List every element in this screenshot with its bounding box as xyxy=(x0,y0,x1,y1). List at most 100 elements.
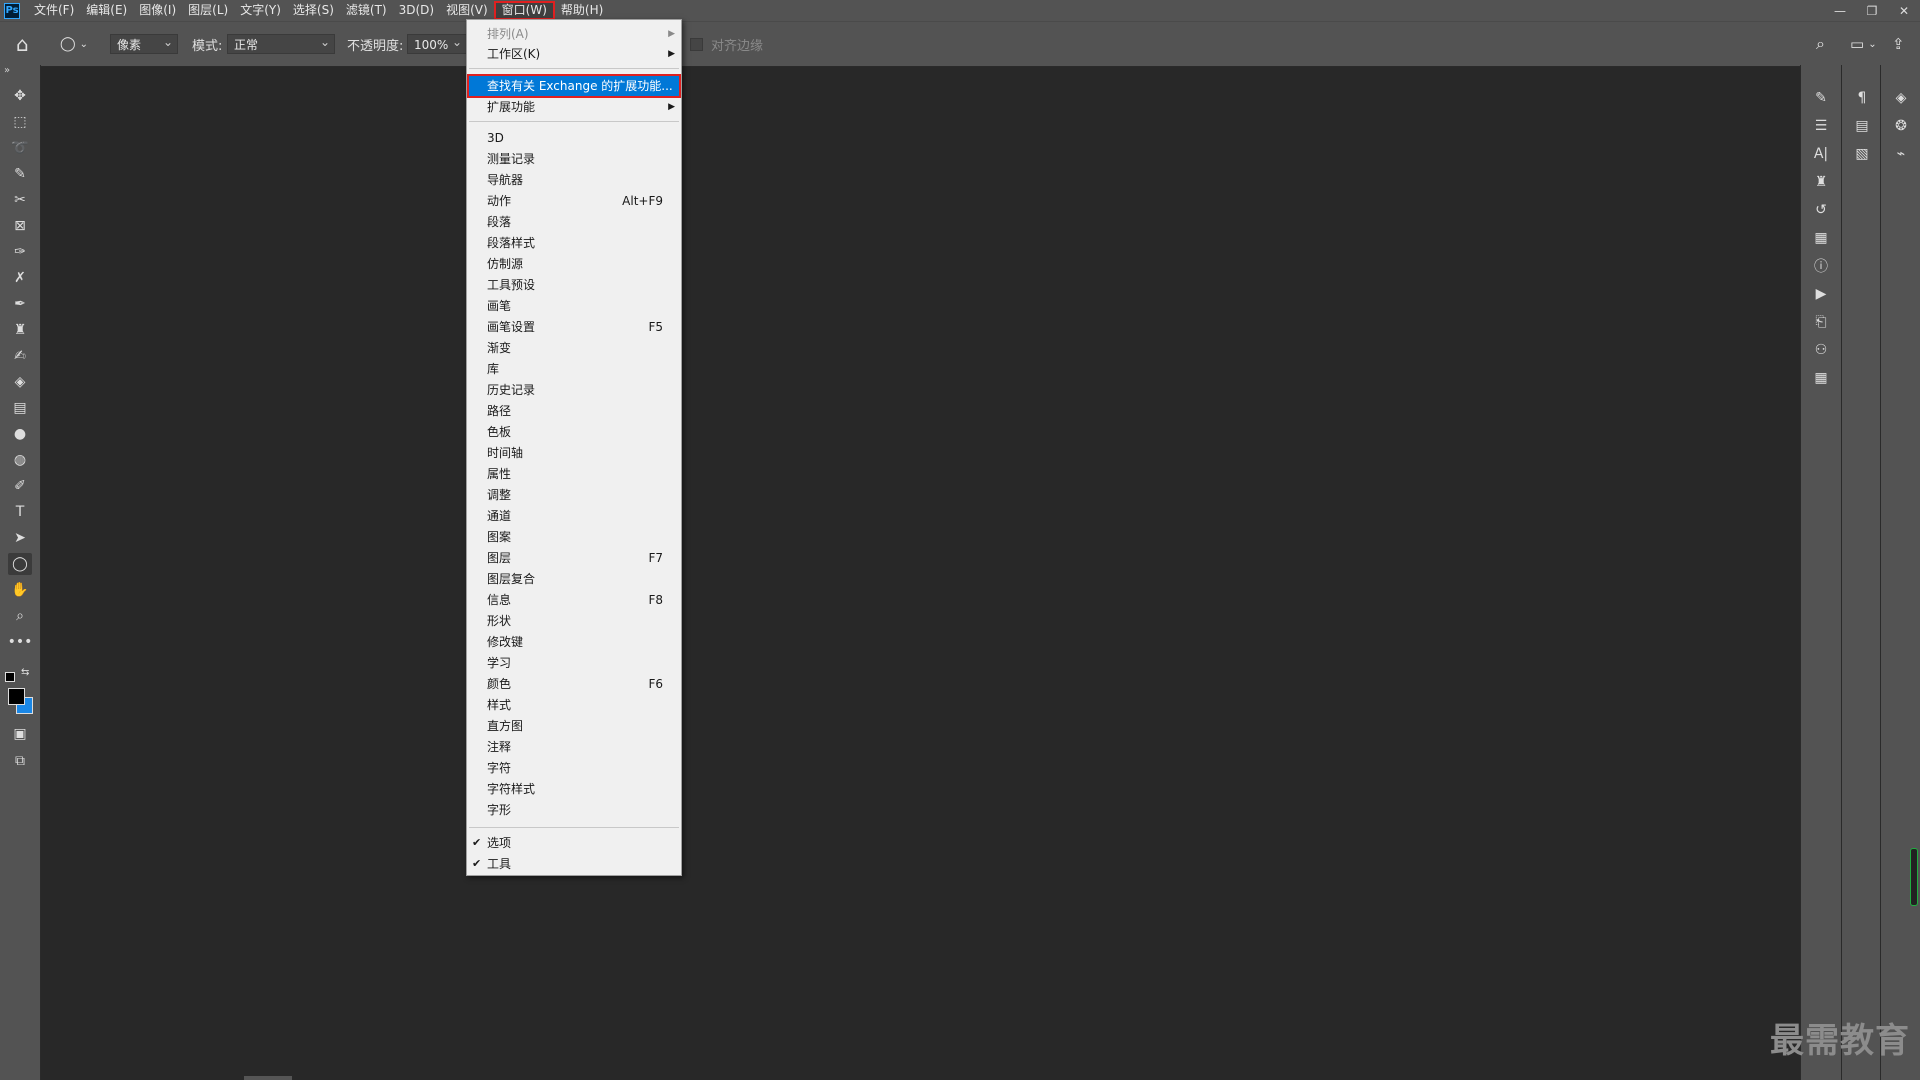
menu-9[interactable]: 窗口(W) xyxy=(493,1,555,20)
blur-tool-icon[interactable]: ● xyxy=(8,423,32,445)
swap-colors-icon[interactable]: ⇆ xyxy=(21,667,29,678)
channels-panel-icon[interactable]: ❂ xyxy=(1889,115,1913,137)
unit-select[interactable]: 像素 xyxy=(110,32,178,54)
paragraph-panel-icon[interactable]: ¶ xyxy=(1850,87,1874,109)
menu-item-panel-22[interactable]: 信息 F8 xyxy=(467,590,681,610)
tool-preset-picker[interactable]: ◯ ⌄ xyxy=(60,22,88,66)
collapse-toolbar-icon[interactable]: » xyxy=(4,65,10,76)
menu-4[interactable]: 文字(Y) xyxy=(234,1,287,20)
layers-panel-icon[interactable]: ◈ xyxy=(1889,87,1913,109)
menu-item-arrange[interactable]: 排列(A) ▶ xyxy=(467,24,681,44)
menu-item-panel-28[interactable]: 直方图 xyxy=(467,716,681,736)
screen-mode-icon[interactable]: ⧉ xyxy=(8,750,32,772)
menu-item-panel-30[interactable]: 字符 xyxy=(467,758,681,778)
menu-item-panel-17[interactable]: 调整 xyxy=(467,485,681,505)
type-tool-icon[interactable]: T xyxy=(8,501,32,523)
menu-item-workspace[interactable]: 工作区(K) ▶ xyxy=(467,44,681,64)
menu-5[interactable]: 选择(S) xyxy=(287,1,340,20)
menu-item-panel-1[interactable]: 测量记录 xyxy=(467,149,681,169)
menu-item-find-exchange-extensions[interactable]: 查找有关 Exchange 的扩展功能... xyxy=(467,74,681,98)
more-tools-icon[interactable]: ••• xyxy=(8,631,33,653)
foreground-color-swatch[interactable] xyxy=(8,688,25,705)
menu-item-panel-7[interactable]: 工具预设 xyxy=(467,275,681,295)
menu-item-panel-10[interactable]: 渐变 xyxy=(467,338,681,358)
menu-item-panel-24[interactable]: 修改键 xyxy=(467,632,681,652)
share-button[interactable]: ⇪ xyxy=(1892,22,1905,66)
menu-item-panel-9[interactable]: 画笔设置 F5 xyxy=(467,317,681,337)
menu-item-panel-2[interactable]: 导航器 xyxy=(467,170,681,190)
menu-item-panel-32[interactable]: 字形 xyxy=(467,800,681,820)
workspace-switcher[interactable]: ▭ ⌄ xyxy=(1850,22,1877,66)
gradient-tool-icon[interactable]: ▤ xyxy=(8,397,32,419)
close-button[interactable]: ✕ xyxy=(1888,0,1920,21)
menu-item-panel-6[interactable]: 仿制源 xyxy=(467,254,681,274)
menu-item-panel-23[interactable]: 形状 xyxy=(467,611,681,631)
menu-item-panel-16[interactable]: 属性 xyxy=(467,464,681,484)
menu-6[interactable]: 滤镜(T) xyxy=(340,1,393,20)
menu-7[interactable]: 3D(D) xyxy=(393,1,440,20)
history-brush-tool-icon[interactable]: ✍ xyxy=(8,345,32,367)
pen-tool-icon[interactable]: ✐ xyxy=(8,475,32,497)
menu-item-panel-0[interactable]: 3D xyxy=(467,128,681,148)
healing-tool-icon[interactable]: ✗ xyxy=(8,267,32,289)
stamp-tool-icon[interactable]: ♜ xyxy=(8,319,32,341)
dodge-tool-icon[interactable]: ◍ xyxy=(8,449,32,471)
minimize-button[interactable]: — xyxy=(1824,0,1856,21)
adjust-panel-icon[interactable]: ☰ xyxy=(1809,115,1833,137)
menu-item-panel-31[interactable]: 字符样式 xyxy=(467,779,681,799)
panel-scroll-indicator[interactable] xyxy=(1910,848,1918,906)
menu-item-extensions[interactable]: 扩展功能 ▶ xyxy=(467,97,681,117)
notes-panel-icon[interactable]: ▧ xyxy=(1850,143,1874,165)
menu-10[interactable]: 帮助(H) xyxy=(555,1,609,20)
actions-panel-icon[interactable]: ▶ xyxy=(1809,283,1833,305)
menu-item-panel-20[interactable]: 图层 F7 xyxy=(467,548,681,568)
lasso-tool-icon[interactable]: ➰ xyxy=(8,137,32,159)
menu-item-panel-14[interactable]: 色板 xyxy=(467,422,681,442)
move-tool-icon[interactable]: ✥ xyxy=(8,85,32,107)
menu-item-panel-25[interactable]: 学习 xyxy=(467,653,681,673)
menu-1[interactable]: 编辑(E) xyxy=(80,1,133,20)
hand-tool-icon[interactable]: ✋ xyxy=(8,579,32,601)
timeline-panel-icon[interactable]: ▦ xyxy=(1809,367,1833,389)
search-button[interactable]: ⌕ xyxy=(1816,22,1825,66)
menu-item-panel-5[interactable]: 段落样式 xyxy=(467,233,681,253)
menu-item-panel-3[interactable]: 动作 Alt+F9 xyxy=(467,191,681,211)
menu-item-panel-18[interactable]: 通道 xyxy=(467,506,681,526)
menu-2[interactable]: 图像(I) xyxy=(133,1,182,20)
menu-item-options[interactable]: ✔ 选项 xyxy=(467,833,681,853)
measurement-panel-icon[interactable]: ⎗ xyxy=(1809,311,1833,333)
menu-item-panel-29[interactable]: 注释 xyxy=(467,737,681,757)
menu-3[interactable]: 图层(L) xyxy=(182,1,234,20)
marquee-tool-icon[interactable]: ⬚ xyxy=(8,111,32,133)
crop-tool-icon[interactable]: ✂ xyxy=(8,189,32,211)
menu-item-tools[interactable]: ✔ 工具 xyxy=(467,854,681,874)
brush-tool-icon[interactable]: ✒ xyxy=(8,293,32,315)
menu-item-panel-27[interactable]: 样式 xyxy=(467,695,681,715)
eyedropper-tool-icon[interactable]: ✑ xyxy=(8,241,32,263)
menu-8[interactable]: 视图(V) xyxy=(440,1,494,20)
menu-item-panel-15[interactable]: 时间轴 xyxy=(467,443,681,463)
clone-source-panel-icon[interactable]: ♜ xyxy=(1809,171,1833,193)
menu-item-panel-13[interactable]: 路径 xyxy=(467,401,681,421)
glyphs-panel-icon[interactable]: ▤ xyxy=(1850,115,1874,137)
brush-settings-panel-icon[interactable]: ✎ xyxy=(1809,87,1833,109)
horizontal-scrollbar[interactable] xyxy=(244,1076,292,1080)
path-select-tool-icon[interactable]: ➤ xyxy=(8,527,32,549)
opacity-input[interactable]: 100% xyxy=(407,32,467,54)
3d-panel-icon[interactable]: ⚇ xyxy=(1809,339,1833,361)
menu-item-panel-19[interactable]: 图案 xyxy=(467,527,681,547)
mode-select[interactable]: 正常 xyxy=(227,32,335,54)
history-panel-icon[interactable]: ↺ xyxy=(1809,199,1833,221)
frame-tool-icon[interactable]: ⊠ xyxy=(8,215,32,237)
ellipse-tool-icon[interactable]: ◯ xyxy=(8,553,32,575)
properties-panel-icon[interactable]: ▦ xyxy=(1809,227,1833,249)
zoom-tool-icon[interactable]: ⌕ xyxy=(8,605,32,627)
default-colors-icon[interactable] xyxy=(5,672,15,682)
menu-0[interactable]: 文件(F) xyxy=(28,1,80,20)
restore-button[interactable]: ❐ xyxy=(1856,0,1888,21)
menu-item-panel-4[interactable]: 段落 xyxy=(467,212,681,232)
quick-mask-icon[interactable]: ▣ xyxy=(8,723,32,745)
character-panel-icon[interactable]: A| xyxy=(1809,143,1833,165)
align-edges-checkbox[interactable] xyxy=(690,37,703,51)
home-button[interactable]: ⌂ xyxy=(16,22,29,66)
